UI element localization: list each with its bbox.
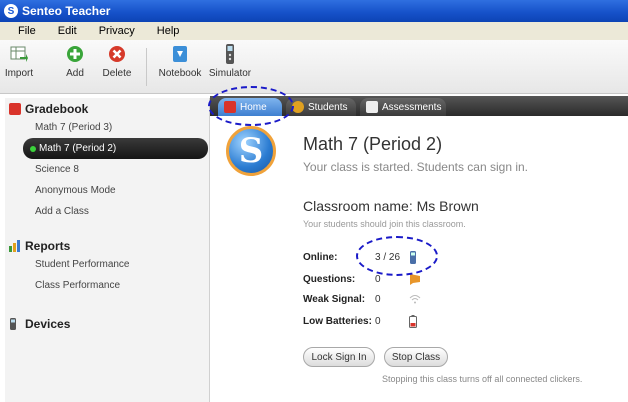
online-value: 3 / 26 <box>375 251 401 263</box>
window-title: Senteo Teacher <box>22 4 111 18</box>
low-batteries-label: Low Batteries: <box>303 315 372 327</box>
delete-icon <box>107 44 127 64</box>
tab-home[interactable]: Home <box>218 98 282 116</box>
import-button[interactable]: Import <box>4 44 34 90</box>
low-batteries-value: 0 <box>375 315 381 327</box>
devices-header[interactable]: Devices <box>5 316 209 332</box>
clicker-icon <box>220 44 240 64</box>
menu-file[interactable]: File <box>18 25 36 37</box>
weak-signal-value: 0 <box>375 293 381 305</box>
questions-label: Questions: <box>303 273 356 285</box>
questions-row: Questions: 0 <box>303 272 420 286</box>
low-batteries-row: Low Batteries: 0 <box>303 314 419 328</box>
classroom-name: Classroom name: Ms Brown <box>303 198 479 214</box>
sidebar-item-class-performance[interactable]: Class Performance <box>5 275 209 296</box>
menu-help[interactable]: Help <box>157 25 180 37</box>
reports-chart-icon <box>9 240 21 252</box>
sidebar-item-science8[interactable]: Science 8 <box>5 159 209 180</box>
students-icon <box>292 101 304 113</box>
import-icon <box>9 44 29 64</box>
sidebar-item-label: Math 7 (Period 2) <box>39 143 117 154</box>
gradebook-icon <box>9 103 21 115</box>
online-row: Online: 3 / 26 <box>303 250 419 264</box>
toolbar: Import Add Delete Notebook Simulator <box>0 40 628 94</box>
sidebar-item-student-performance[interactable]: Student Performance <box>5 254 209 275</box>
class-title: Math 7 (Period 2) <box>303 134 443 154</box>
question-flag-icon <box>409 273 420 285</box>
weak-signal-row: Weak Signal: 0 <box>303 292 421 306</box>
sidebar-item-add-class[interactable]: Add a Class <box>5 201 209 222</box>
simulator-button[interactable]: Simulator <box>208 44 252 90</box>
weak-signal-label: Weak Signal: <box>303 293 366 305</box>
devices-title: Devices <box>25 317 71 331</box>
simulator-label: Simulator <box>208 68 252 79</box>
sidebar-item-anonymous-mode[interactable]: Anonymous Mode <box>5 180 209 201</box>
tab-assessments-label: Assessments <box>382 101 442 113</box>
reports-title: Reports <box>25 239 71 253</box>
signal-icon <box>409 293 421 305</box>
lock-sign-in-button[interactable]: Lock Sign In <box>303 347 375 367</box>
devices-clicker-icon <box>9 318 21 330</box>
gradebook-header[interactable]: Gradebook <box>5 101 209 117</box>
add-icon <box>65 44 85 64</box>
delete-button[interactable]: Delete <box>100 44 134 90</box>
add-button[interactable]: Add <box>60 44 90 90</box>
gradebook-title: Gradebook <box>25 102 89 116</box>
clicker-icon <box>409 251 419 264</box>
classroom-hint: Your students should join this classroom… <box>303 219 466 229</box>
home-icon <box>224 101 236 113</box>
import-label: Import <box>4 68 34 79</box>
tab-assessments[interactable]: Assessments <box>360 98 446 116</box>
stop-class-note: Stopping this class turns off all connec… <box>382 374 583 384</box>
active-class-dot-icon <box>30 146 36 152</box>
menu-edit[interactable]: Edit <box>58 25 77 37</box>
stop-class-button[interactable]: Stop Class <box>384 347 448 367</box>
sidebar: Gradebook Math 7 (Period 3) Math 7 (Peri… <box>5 98 210 402</box>
tab-home-label: Home <box>240 101 267 113</box>
senteo-app-icon: S <box>4 4 18 18</box>
senteo-logo-icon: S <box>226 126 276 176</box>
sidebar-item-math7-period3[interactable]: Math 7 (Period 3) <box>5 117 209 138</box>
notebook-icon <box>170 44 190 64</box>
questions-value: 0 <box>375 273 381 285</box>
home-panel: S Math 7 (Period 2) Your class is starte… <box>210 116 628 402</box>
assessments-icon <box>366 101 378 113</box>
menu-privacy[interactable]: Privacy <box>99 25 135 37</box>
toolbar-separator <box>146 48 147 86</box>
tab-students[interactable]: Students <box>286 98 356 116</box>
notebook-label: Notebook <box>158 68 202 79</box>
title-bar: S Senteo Teacher <box>0 0 628 22</box>
tab-students-label: Students <box>308 101 348 113</box>
battery-icon <box>409 315 419 328</box>
menu-bar: File Edit Privacy Help <box>0 22 628 40</box>
reports-header[interactable]: Reports <box>5 238 209 254</box>
class-status: Your class is started. Students can sign… <box>303 160 529 174</box>
add-label: Add <box>66 68 84 79</box>
delete-label: Delete <box>102 68 132 79</box>
tab-strip: Home Students Assessments <box>210 96 628 116</box>
notebook-button[interactable]: Notebook <box>158 44 202 90</box>
sidebar-item-math7-period2[interactable]: Math 7 (Period 2) <box>23 138 208 159</box>
online-label: Online: <box>303 251 338 263</box>
